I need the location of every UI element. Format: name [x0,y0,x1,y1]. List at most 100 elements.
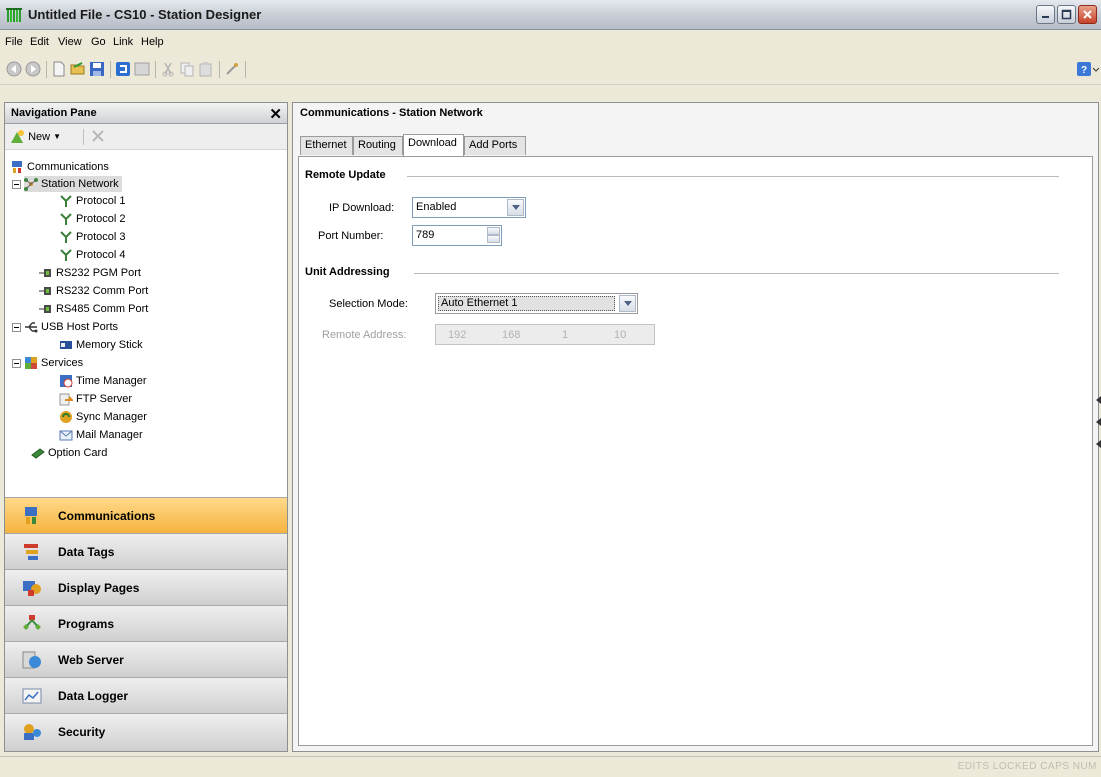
link-icon[interactable] [224,61,240,77]
sync-icon [60,411,72,424]
ip-download-value: Enabled [416,201,457,213]
open-folder-icon[interactable] [70,61,86,77]
back-icon[interactable] [6,61,22,77]
tree-item-protocol-3[interactable]: Protocol 3 [59,229,126,245]
save-icon[interactable] [89,61,105,77]
chevron-down-icon[interactable] [1092,61,1100,77]
ip-download-select[interactable]: Enabled [412,197,526,218]
collapse-arrow-icon[interactable] [1096,440,1101,448]
group-divider [407,176,1059,177]
nav-button-label: Display Pages [58,581,140,595]
forward-icon[interactable] [25,61,41,77]
nav-button-security[interactable]: Security [5,713,287,751]
spin-up-icon[interactable] [487,227,500,235]
menu-go[interactable]: Go [91,36,106,48]
tree-item-label: Protocol 2 [76,213,126,225]
nav-button-data-tags[interactable]: Data Tags [5,533,287,569]
display-pages-icon [23,581,41,596]
new-button-label: New [28,131,51,144]
help-icon[interactable]: ? [1076,61,1092,77]
tree-item-protocol-1[interactable]: Protocol 1 [59,193,126,209]
paste-icon[interactable] [198,61,214,77]
network-icon [24,178,38,192]
maximize-button[interactable] [1057,5,1076,24]
collapse-arrow-icon[interactable] [1096,418,1101,426]
menu-file[interactable]: File [5,36,23,48]
chevron-down-icon: ▼ [53,132,62,142]
menu-link[interactable]: Link [113,36,133,48]
services-icon [25,357,37,370]
tree-item-mail-manager[interactable]: Mail Manager [59,427,143,443]
tree-item-ftp-server[interactable]: FTP Server [59,391,132,407]
selection-mode-value: Auto Ethernet 1 [441,297,518,309]
tree-item-label: FTP Server [76,393,133,405]
cut-icon[interactable] [160,61,176,77]
tree-item-station-network[interactable]: Station Network [24,176,122,192]
nav-button-communications[interactable]: Communications [5,497,287,533]
nav-button-data-logger[interactable]: Data Logger [5,677,287,713]
tree-item-usb-host-ports[interactable]: USB Host Ports [24,319,118,335]
tab-routing[interactable]: Routing [353,136,403,155]
menu-edit[interactable]: Edit [30,36,49,48]
minimize-icon [1042,16,1049,18]
tree-item-sync-manager[interactable]: Sync Manager [59,409,147,425]
nav-button-programs[interactable]: Programs [5,605,287,641]
tree-item-label: RS232 Comm Port [56,285,149,297]
new-button[interactable]: New ▼ [9,128,61,146]
toolbar-separator [155,61,156,78]
new-file-icon[interactable] [51,61,67,77]
close-button[interactable] [1078,5,1097,24]
nav-button-web-server[interactable]: Web Server [5,641,287,677]
collapse-toggle[interactable] [12,359,21,368]
delete-icon[interactable] [91,129,105,143]
app-icon [6,8,22,22]
communications-icon [25,507,37,524]
spin-buttons[interactable] [487,227,500,244]
close-icon [1083,10,1092,19]
content-panel: Communications - Station Network Etherne… [292,102,1099,752]
selection-mode-select[interactable]: Auto Ethernet 1 [435,293,638,314]
minimize-button[interactable] [1036,5,1055,24]
protocol-icon [60,249,72,262]
spin-down-icon[interactable] [487,235,500,243]
window-icon[interactable] [134,61,150,77]
tab-ethernet[interactable]: Ethernet [300,136,353,155]
serial-port-icon [39,287,51,296]
nav-button-display-pages[interactable]: Display Pages [5,569,287,605]
menu-view[interactable]: View [58,36,82,48]
tree-item-services[interactable]: Services [24,355,83,371]
collapse-toggle[interactable] [12,323,21,332]
collapse-toggle[interactable] [12,180,21,189]
tree-item-time-manager[interactable]: Time Manager [59,373,147,389]
data-tags-icon [24,544,38,560]
tab-add-ports[interactable]: Add Ports [464,136,526,155]
copy-icon[interactable] [179,61,195,77]
tab-download[interactable]: Download [403,134,464,156]
navigation-pane-header: Navigation Pane ✕ [5,103,287,124]
tree-item-option-card[interactable]: Option Card [31,445,107,461]
protocol-icon [60,231,72,244]
menu-bar: File Edit View Go Link Help [0,30,1101,54]
chevron-down-icon[interactable] [507,199,524,216]
tree-item-communications[interactable]: Communications [10,159,109,175]
chevron-down-icon[interactable] [619,295,636,312]
tree-item-memory-stick[interactable]: Memory Stick [59,337,143,353]
menu-help[interactable]: Help [141,36,164,48]
port-number-stepper[interactable]: 789 [412,225,502,246]
close-icon[interactable]: ✕ [269,105,282,123]
tree-item-protocol-4[interactable]: Protocol 4 [59,247,126,263]
tree-item-label: Services [41,357,84,369]
tree-item-protocol-2[interactable]: Protocol 2 [59,211,126,227]
collapse-arrow-icon[interactable] [1096,396,1101,404]
clock-icon [60,375,73,388]
option-card-icon [31,448,45,459]
nav-button-label: Security [58,725,106,739]
tree-item-rs232-pgm-port[interactable]: RS232 PGM Port [39,265,141,281]
tree-item-rs485-comm-port[interactable]: RS485 Comm Port [39,301,148,317]
ip-octet-4: 10 [614,329,627,341]
tree-item-label: Protocol 1 [76,195,126,207]
toolbar-separator [83,129,84,145]
svg-text:?: ? [1081,65,1087,76]
download-icon[interactable] [115,61,131,77]
tree-item-rs232-comm-port[interactable]: RS232 Comm Port [39,283,148,299]
